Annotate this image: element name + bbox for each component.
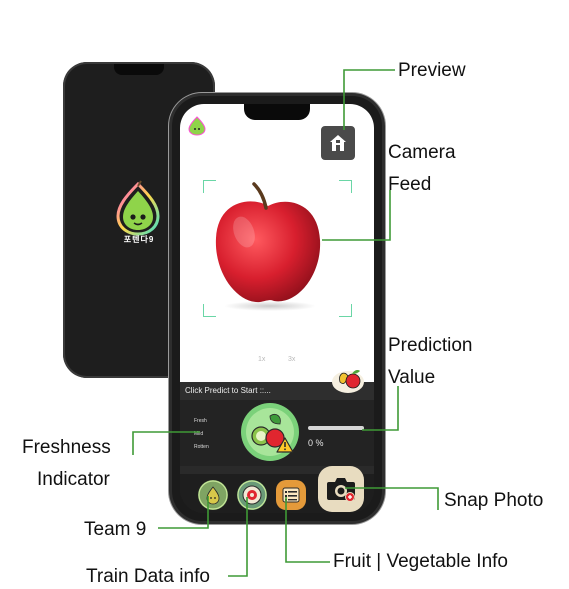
prediction-value: 0 % [308, 438, 324, 448]
app-logo-icon [116, 180, 160, 236]
train-data-info-button[interactable] [237, 480, 267, 510]
predict-prompt: Click Predict to Start ::... [185, 386, 271, 395]
target-icon [237, 480, 267, 510]
callout-snap-photo: Snap Photo [444, 490, 544, 511]
freshness-level-rotten: Rotten [194, 444, 209, 450]
zoom-3x[interactable]: 3x [288, 356, 295, 363]
callout-train-data-info: Train Data info [86, 566, 210, 587]
callout-prediction-value-line1: Prediction [388, 335, 473, 356]
mini-logo-icon [188, 116, 206, 136]
apple-image [215, 182, 321, 311]
team9-button[interactable] [198, 480, 228, 510]
freshness-level-mild: Mild [194, 431, 204, 437]
freshness-level-fresh: Fresh [194, 418, 207, 424]
front-phone: 1x 3x Click Predict to Start ::... Fresh… [172, 96, 382, 521]
camera-icon [327, 478, 355, 502]
fruit-vegetable-badge-icon [332, 370, 364, 393]
house-icon [330, 135, 346, 151]
callout-fruit-vegetable-info: Fruit | Vegetable Info [333, 551, 508, 572]
callout-camera-feed-line2: Feed [388, 174, 432, 195]
callout-freshness-line1: Freshness [22, 437, 111, 458]
callout-freshness-line2: Indicator [37, 469, 110, 490]
prediction-bar [308, 426, 364, 430]
app-logo-text: 포텐다9 [123, 235, 155, 244]
callout-preview: Preview [398, 60, 466, 81]
snap-photo-button[interactable] [318, 466, 364, 512]
phone-notch [244, 104, 310, 120]
zoom-1x[interactable]: 1x [258, 356, 265, 363]
fruit-vegetable-info-button[interactable] [276, 480, 306, 510]
preview-button[interactable] [321, 126, 355, 160]
focus-bracket-top-right [339, 180, 352, 193]
callout-team9: Team 9 [84, 519, 147, 540]
back-phone-notch [114, 64, 164, 75]
freshness-indicator-icon [241, 403, 299, 461]
focus-bracket-bottom-right [339, 304, 352, 317]
pear-icon [198, 480, 228, 510]
app-screen: 1x 3x Click Predict to Start ::... Fresh… [180, 104, 374, 513]
callout-camera-feed-line1: Camera [388, 142, 456, 163]
callout-prediction-value-line2: Value [388, 367, 436, 388]
list-icon [282, 487, 300, 503]
